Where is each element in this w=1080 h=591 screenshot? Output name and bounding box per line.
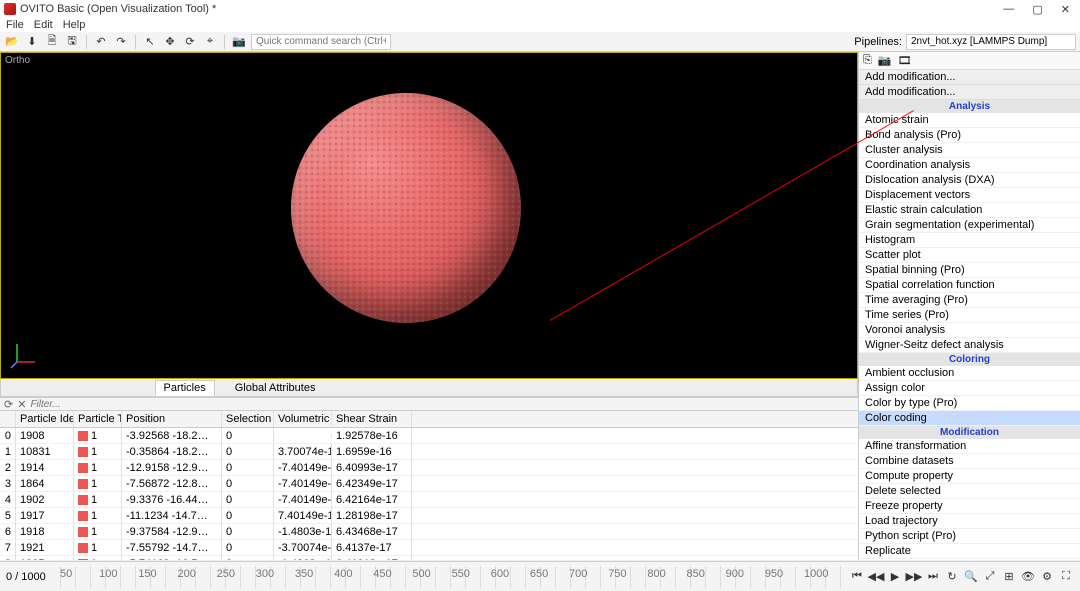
mod-item[interactable]: Slice: [859, 559, 1080, 560]
zoom-fit-icon[interactable]: ⌖: [202, 34, 218, 50]
axis-tripod: [9, 340, 39, 370]
mod-item[interactable]: Time averaging (Pro): [859, 293, 1080, 308]
fullscreen-icon[interactable]: ⛶: [1058, 569, 1074, 585]
rotate-icon[interactable]: ⟳: [182, 34, 198, 50]
mod-item[interactable]: Cluster analysis: [859, 143, 1080, 158]
mod-group-header: Coloring: [859, 353, 1080, 366]
particle-sphere: [291, 93, 521, 323]
table-row[interactable]: 219141-12.9158 -12.9…0-7.40149e-176.4099…: [0, 460, 858, 476]
play-forward-icon[interactable]: ▶▶: [906, 569, 922, 585]
menu-edit[interactable]: Edit: [34, 19, 53, 31]
undo-icon[interactable]: ↶: [93, 34, 109, 50]
settings-icon[interactable]: ⚙: [1039, 569, 1055, 585]
mod-item[interactable]: Bond analysis (Pro): [859, 128, 1080, 143]
table-row[interactable]: 719211-7.55792 -14.7…0-3.70074e-176.4137…: [0, 540, 858, 556]
menu-file[interactable]: File: [6, 19, 24, 31]
mod-item[interactable]: Histogram: [859, 233, 1080, 248]
timeline-ruler[interactable]: 5010015020025030035040045050055060065070…: [60, 566, 843, 588]
goto-start-icon[interactable]: ⏮: [849, 569, 865, 585]
mod-item[interactable]: Color coding: [859, 411, 1080, 426]
mod-item[interactable]: Delete selected: [859, 484, 1080, 499]
clear-filter-icon[interactable]: ✕: [17, 398, 26, 411]
pipelines-label: Pipelines:: [854, 36, 902, 48]
snapshot-icon[interactable]: 📷: [878, 54, 892, 67]
autoscale-icon[interactable]: ⤢: [982, 569, 998, 585]
play-back-icon[interactable]: ▶: [887, 569, 903, 585]
mod-item[interactable]: Freeze property: [859, 499, 1080, 514]
mod-item[interactable]: Spatial binning (Pro): [859, 263, 1080, 278]
mod-item[interactable]: Atomic strain: [859, 113, 1080, 128]
app-logo: [4, 3, 16, 15]
table-row[interactable]: 419021-9.3376 -16.44…0-7.40149e-176.4216…: [0, 492, 858, 508]
table-row[interactable]: 019081-3.92568 -18.2…01.92578e-16: [0, 428, 858, 444]
add-modification-2[interactable]: Add modification...: [859, 85, 1080, 100]
mod-item[interactable]: Replicate: [859, 544, 1080, 559]
mod-item[interactable]: Load trajectory: [859, 514, 1080, 529]
mod-item[interactable]: Scatter plot: [859, 248, 1080, 263]
mod-item[interactable]: Spatial correlation function: [859, 278, 1080, 293]
refresh-icon[interactable]: ⟳: [4, 398, 13, 411]
mod-item[interactable]: Voronoi analysis: [859, 323, 1080, 338]
camera-icon[interactable]: 📷: [231, 34, 247, 50]
mod-item[interactable]: Coordination analysis: [859, 158, 1080, 173]
mod-item[interactable]: Python script (Pro): [859, 529, 1080, 544]
mod-item[interactable]: Dislocation analysis (DXA): [859, 173, 1080, 188]
cursor-icon[interactable]: ↖: [142, 34, 158, 50]
loop-icon[interactable]: ↻: [944, 569, 960, 585]
mod-item[interactable]: Grain segmentation (experimental): [859, 218, 1080, 233]
table-row[interactable]: 819051-5.74168 -16.5…0-1.4803e-166.41012…: [0, 556, 858, 560]
mod-item[interactable]: Assign color: [859, 381, 1080, 396]
add-modification-1[interactable]: Add modification...: [859, 70, 1080, 85]
step-back-icon[interactable]: ◀◀: [868, 569, 884, 585]
table-row[interactable]: 1108311-0.35864 -18.2…03.70074e-171.6959…: [0, 444, 858, 460]
viewport-label: Ortho: [5, 55, 30, 66]
menu-help[interactable]: Help: [63, 19, 86, 31]
mod-item[interactable]: Ambient occlusion: [859, 366, 1080, 381]
pipeline-add-icon[interactable]: ⎘: [863, 54, 872, 67]
mod-item[interactable]: Combine datasets: [859, 454, 1080, 469]
download-icon[interactable]: ⬇: [24, 34, 40, 50]
tab-global-attributes[interactable]: Global Attributes: [227, 381, 324, 395]
mod-item[interactable]: Time series (Pro): [859, 308, 1080, 323]
mod-item[interactable]: Elastic strain calculation: [859, 203, 1080, 218]
tab-particles[interactable]: Particles: [155, 380, 215, 396]
grid-header: Particle Identifier Particle Type Positi…: [0, 411, 858, 428]
window-title: OVITO Basic (Open Visualization Tool) *: [20, 3, 1003, 15]
mod-item[interactable]: Affine transformation: [859, 439, 1080, 454]
redo-icon[interactable]: ↷: [113, 34, 129, 50]
mod-group-header: Modification: [859, 426, 1080, 439]
mod-item[interactable]: Compute property: [859, 469, 1080, 484]
close-button[interactable]: ✕: [1061, 3, 1070, 16]
table-row[interactable]: 619181-9.37584 -12.9…0-1.4803e-166.43468…: [0, 524, 858, 540]
mod-item[interactable]: Displacement vectors: [859, 188, 1080, 203]
mod-item[interactable]: Wigner-Seitz defect analysis: [859, 338, 1080, 353]
filter-input[interactable]: [30, 399, 854, 410]
movie-icon[interactable]: 🎞: [898, 54, 912, 67]
pipeline-select[interactable]: [906, 34, 1076, 50]
frame-counter: 0 / 1000: [0, 571, 60, 583]
open-folder-icon[interactable]: 📂: [4, 34, 20, 50]
eye-icon[interactable]: 👁: [1020, 569, 1036, 585]
mod-item[interactable]: Color by type (Pro): [859, 396, 1080, 411]
open-file-icon[interactable]: 🗎: [44, 34, 60, 50]
table-row[interactable]: 519171-11.1234 -14.7…07.40149e-171.28198…: [0, 508, 858, 524]
zoom-icon[interactable]: 🔍: [963, 569, 979, 585]
grid-icon[interactable]: ⊞: [1001, 569, 1017, 585]
table-row[interactable]: 318641-7.56872 -12.8…0-7.40149e-176.4234…: [0, 476, 858, 492]
mod-group-header: Analysis: [859, 100, 1080, 113]
goto-end-icon[interactable]: ⏭: [925, 569, 941, 585]
maximize-button[interactable]: ▢: [1032, 3, 1042, 16]
move-icon[interactable]: ✥: [162, 34, 178, 50]
quick-search-input[interactable]: [251, 34, 391, 50]
save-icon[interactable]: 🖫: [64, 34, 80, 50]
minimize-button[interactable]: —: [1003, 3, 1014, 16]
